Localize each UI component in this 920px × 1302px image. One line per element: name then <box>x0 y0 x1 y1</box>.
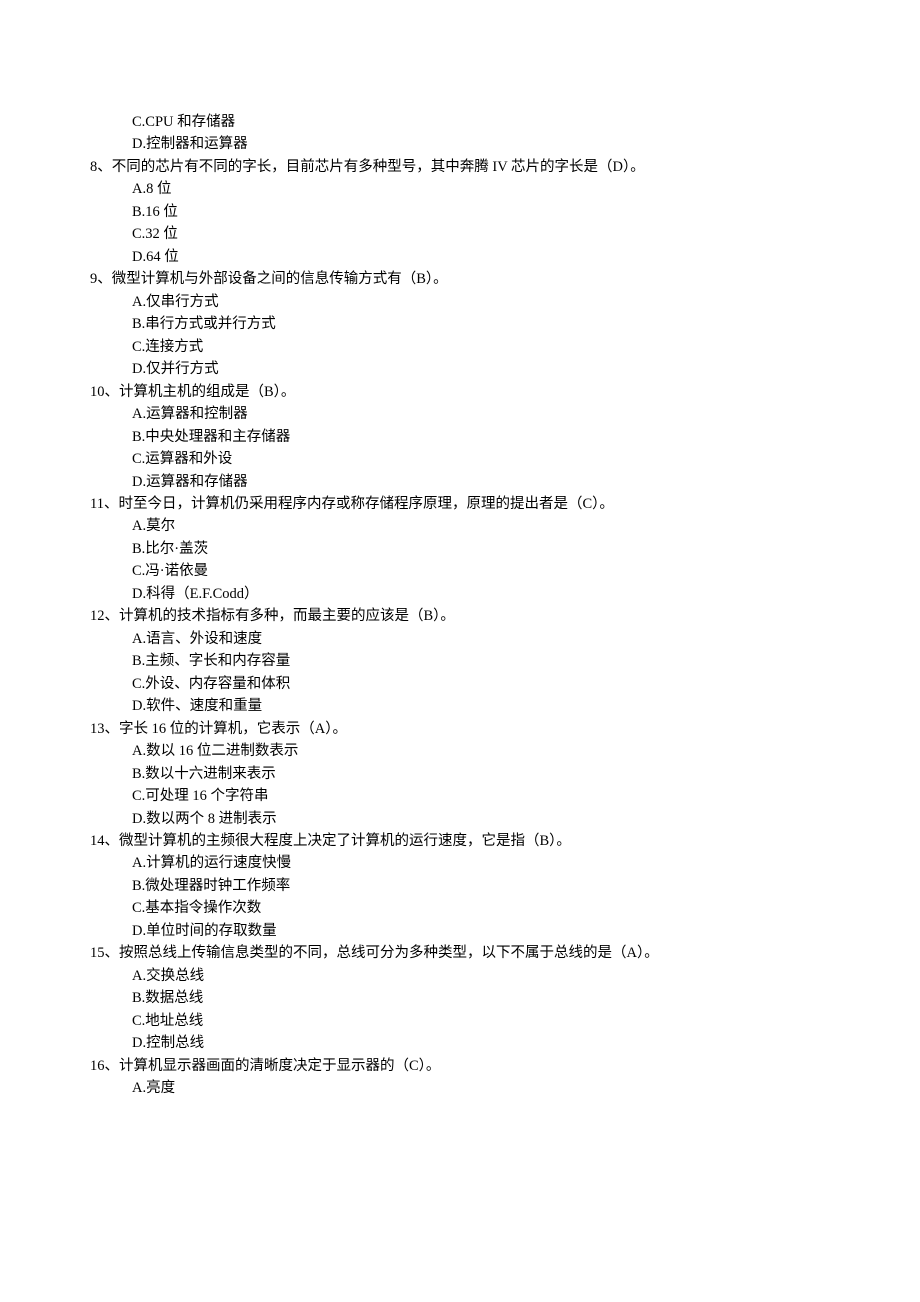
option-item: B.数以十六进制来表示 <box>132 763 830 785</box>
question-options: A.8 位 B.16 位 C.32 位 D.64 位 <box>90 178 830 268</box>
question-number: 14、 <box>90 830 119 852</box>
option-item: D.64 位 <box>132 246 830 268</box>
option-item: D.控制器和运算器 <box>132 133 830 155</box>
question-options: A.莫尔 B.比尔·盖茨 C.冯·诺依曼 D.科得（E.F.Codd） <box>90 515 830 605</box>
previous-question-options: C.CPU 和存储器 D.控制器和运算器 <box>90 111 830 156</box>
option-item: C.32 位 <box>132 223 830 245</box>
option-item: B.串行方式或并行方式 <box>132 313 830 335</box>
option-item: B.主频、字长和内存容量 <box>132 650 830 672</box>
option-item: A.仅串行方式 <box>132 291 830 313</box>
question-stem: 12、 计算机的技术指标有多种，而最主要的应该是（B）。 <box>90 605 830 627</box>
question-text: 计算机主机的组成是（B）。 <box>119 381 830 403</box>
option-item: A.语言、外设和速度 <box>132 628 830 650</box>
option-item: B.微处理器时钟工作频率 <box>132 875 830 897</box>
option-item: B.中央处理器和主存储器 <box>132 426 830 448</box>
question-text: 计算机显示器画面的清晰度决定于显示器的（C）。 <box>119 1055 830 1077</box>
option-item: D.控制总线 <box>132 1032 830 1054</box>
question-options: A.计算机的运行速度快慢 B.微处理器时钟工作频率 C.基本指令操作次数 D.单… <box>90 852 830 942</box>
option-item: D.数以两个 8 进制表示 <box>132 808 830 830</box>
option-item: D.仅并行方式 <box>132 358 830 380</box>
question-12: 12、 计算机的技术指标有多种，而最主要的应该是（B）。 A.语言、外设和速度 … <box>90 605 830 717</box>
option-item: B.数据总线 <box>132 987 830 1009</box>
document-page: C.CPU 和存储器 D.控制器和运算器 8、 不同的芯片有不同的字长，目前芯片… <box>0 0 920 1302</box>
option-item: A.亮度 <box>132 1077 830 1099</box>
option-item: A.交换总线 <box>132 965 830 987</box>
option-item: C.基本指令操作次数 <box>132 897 830 919</box>
question-number: 11、 <box>90 493 118 515</box>
option-item: C.冯·诺依曼 <box>132 560 830 582</box>
question-9: 9、 微型计算机与外部设备之间的信息传输方式有（B）。 A.仅串行方式 B.串行… <box>90 268 830 380</box>
option-item: B.比尔·盖茨 <box>132 538 830 560</box>
question-stem: 14、 微型计算机的主频很大程度上决定了计算机的运行速度，它是指（B）。 <box>90 830 830 852</box>
question-stem: 10、 计算机主机的组成是（B）。 <box>90 381 830 403</box>
option-item: D.软件、速度和重量 <box>132 695 830 717</box>
question-number: 8、 <box>90 156 112 178</box>
question-text: 时至今日，计算机仍采用程序内存或称存储程序原理，原理的提出者是（C）。 <box>118 493 830 515</box>
option-item: A.计算机的运行速度快慢 <box>132 852 830 874</box>
question-text: 字长 16 位的计算机，它表示（A）。 <box>119 718 830 740</box>
question-number: 15、 <box>90 942 119 964</box>
question-text: 微型计算机与外部设备之间的信息传输方式有（B）。 <box>112 268 830 290</box>
question-11: 11、 时至今日，计算机仍采用程序内存或称存储程序原理，原理的提出者是（C）。 … <box>90 493 830 605</box>
question-14: 14、 微型计算机的主频很大程度上决定了计算机的运行速度，它是指（B）。 A.计… <box>90 830 830 942</box>
question-10: 10、 计算机主机的组成是（B）。 A.运算器和控制器 B.中央处理器和主存储器… <box>90 381 830 493</box>
question-8: 8、 不同的芯片有不同的字长，目前芯片有多种型号，其中奔腾 IV 芯片的字长是（… <box>90 156 830 268</box>
question-number: 9、 <box>90 268 112 290</box>
question-number: 12、 <box>90 605 119 627</box>
option-item: D.科得（E.F.Codd） <box>132 583 830 605</box>
question-stem: 9、 微型计算机与外部设备之间的信息传输方式有（B）。 <box>90 268 830 290</box>
question-options: A.交换总线 B.数据总线 C.地址总线 D.控制总线 <box>90 965 830 1055</box>
option-item: A.莫尔 <box>132 515 830 537</box>
option-item: C.CPU 和存储器 <box>132 111 830 133</box>
option-item: B.16 位 <box>132 201 830 223</box>
question-16: 16、 计算机显示器画面的清晰度决定于显示器的（C）。 A.亮度 <box>90 1055 830 1100</box>
question-options: A.仅串行方式 B.串行方式或并行方式 C.连接方式 D.仅并行方式 <box>90 291 830 381</box>
option-item: C.运算器和外设 <box>132 448 830 470</box>
question-options: A.运算器和控制器 B.中央处理器和主存储器 C.运算器和外设 D.运算器和存储… <box>90 403 830 493</box>
question-text: 计算机的技术指标有多种，而最主要的应该是（B）。 <box>119 605 830 627</box>
option-item: A.数以 16 位二进制数表示 <box>132 740 830 762</box>
question-stem: 16、 计算机显示器画面的清晰度决定于显示器的（C）。 <box>90 1055 830 1077</box>
question-number: 16、 <box>90 1055 119 1077</box>
option-item: C.可处理 16 个字符串 <box>132 785 830 807</box>
option-item: C.外设、内存容量和体积 <box>132 673 830 695</box>
question-options: A.语言、外设和速度 B.主频、字长和内存容量 C.外设、内存容量和体积 D.软… <box>90 628 830 718</box>
question-stem: 13、 字长 16 位的计算机，它表示（A）。 <box>90 718 830 740</box>
question-options: A.亮度 <box>90 1077 830 1099</box>
question-13: 13、 字长 16 位的计算机，它表示（A）。 A.数以 16 位二进制数表示 … <box>90 718 830 830</box>
question-stem: 15、 按照总线上传输信息类型的不同，总线可分为多种类型，以下不属于总线的是（A… <box>90 942 830 964</box>
option-item: C.地址总线 <box>132 1010 830 1032</box>
question-options: A.数以 16 位二进制数表示 B.数以十六进制来表示 C.可处理 16 个字符… <box>90 740 830 830</box>
option-item: D.单位时间的存取数量 <box>132 920 830 942</box>
question-text: 微型计算机的主频很大程度上决定了计算机的运行速度，它是指（B）。 <box>119 830 830 852</box>
option-item: A.运算器和控制器 <box>132 403 830 425</box>
question-number: 13、 <box>90 718 119 740</box>
question-number: 10、 <box>90 381 119 403</box>
question-stem: 8、 不同的芯片有不同的字长，目前芯片有多种型号，其中奔腾 IV 芯片的字长是（… <box>90 156 830 178</box>
option-item: D.运算器和存储器 <box>132 471 830 493</box>
question-stem: 11、 时至今日，计算机仍采用程序内存或称存储程序原理，原理的提出者是（C）。 <box>90 493 830 515</box>
option-item: A.8 位 <box>132 178 830 200</box>
question-text: 不同的芯片有不同的字长，目前芯片有多种型号，其中奔腾 IV 芯片的字长是（D）。 <box>112 156 830 178</box>
option-item: C.连接方式 <box>132 336 830 358</box>
question-15: 15、 按照总线上传输信息类型的不同，总线可分为多种类型，以下不属于总线的是（A… <box>90 942 830 1054</box>
question-text: 按照总线上传输信息类型的不同，总线可分为多种类型，以下不属于总线的是（A）。 <box>119 942 830 964</box>
